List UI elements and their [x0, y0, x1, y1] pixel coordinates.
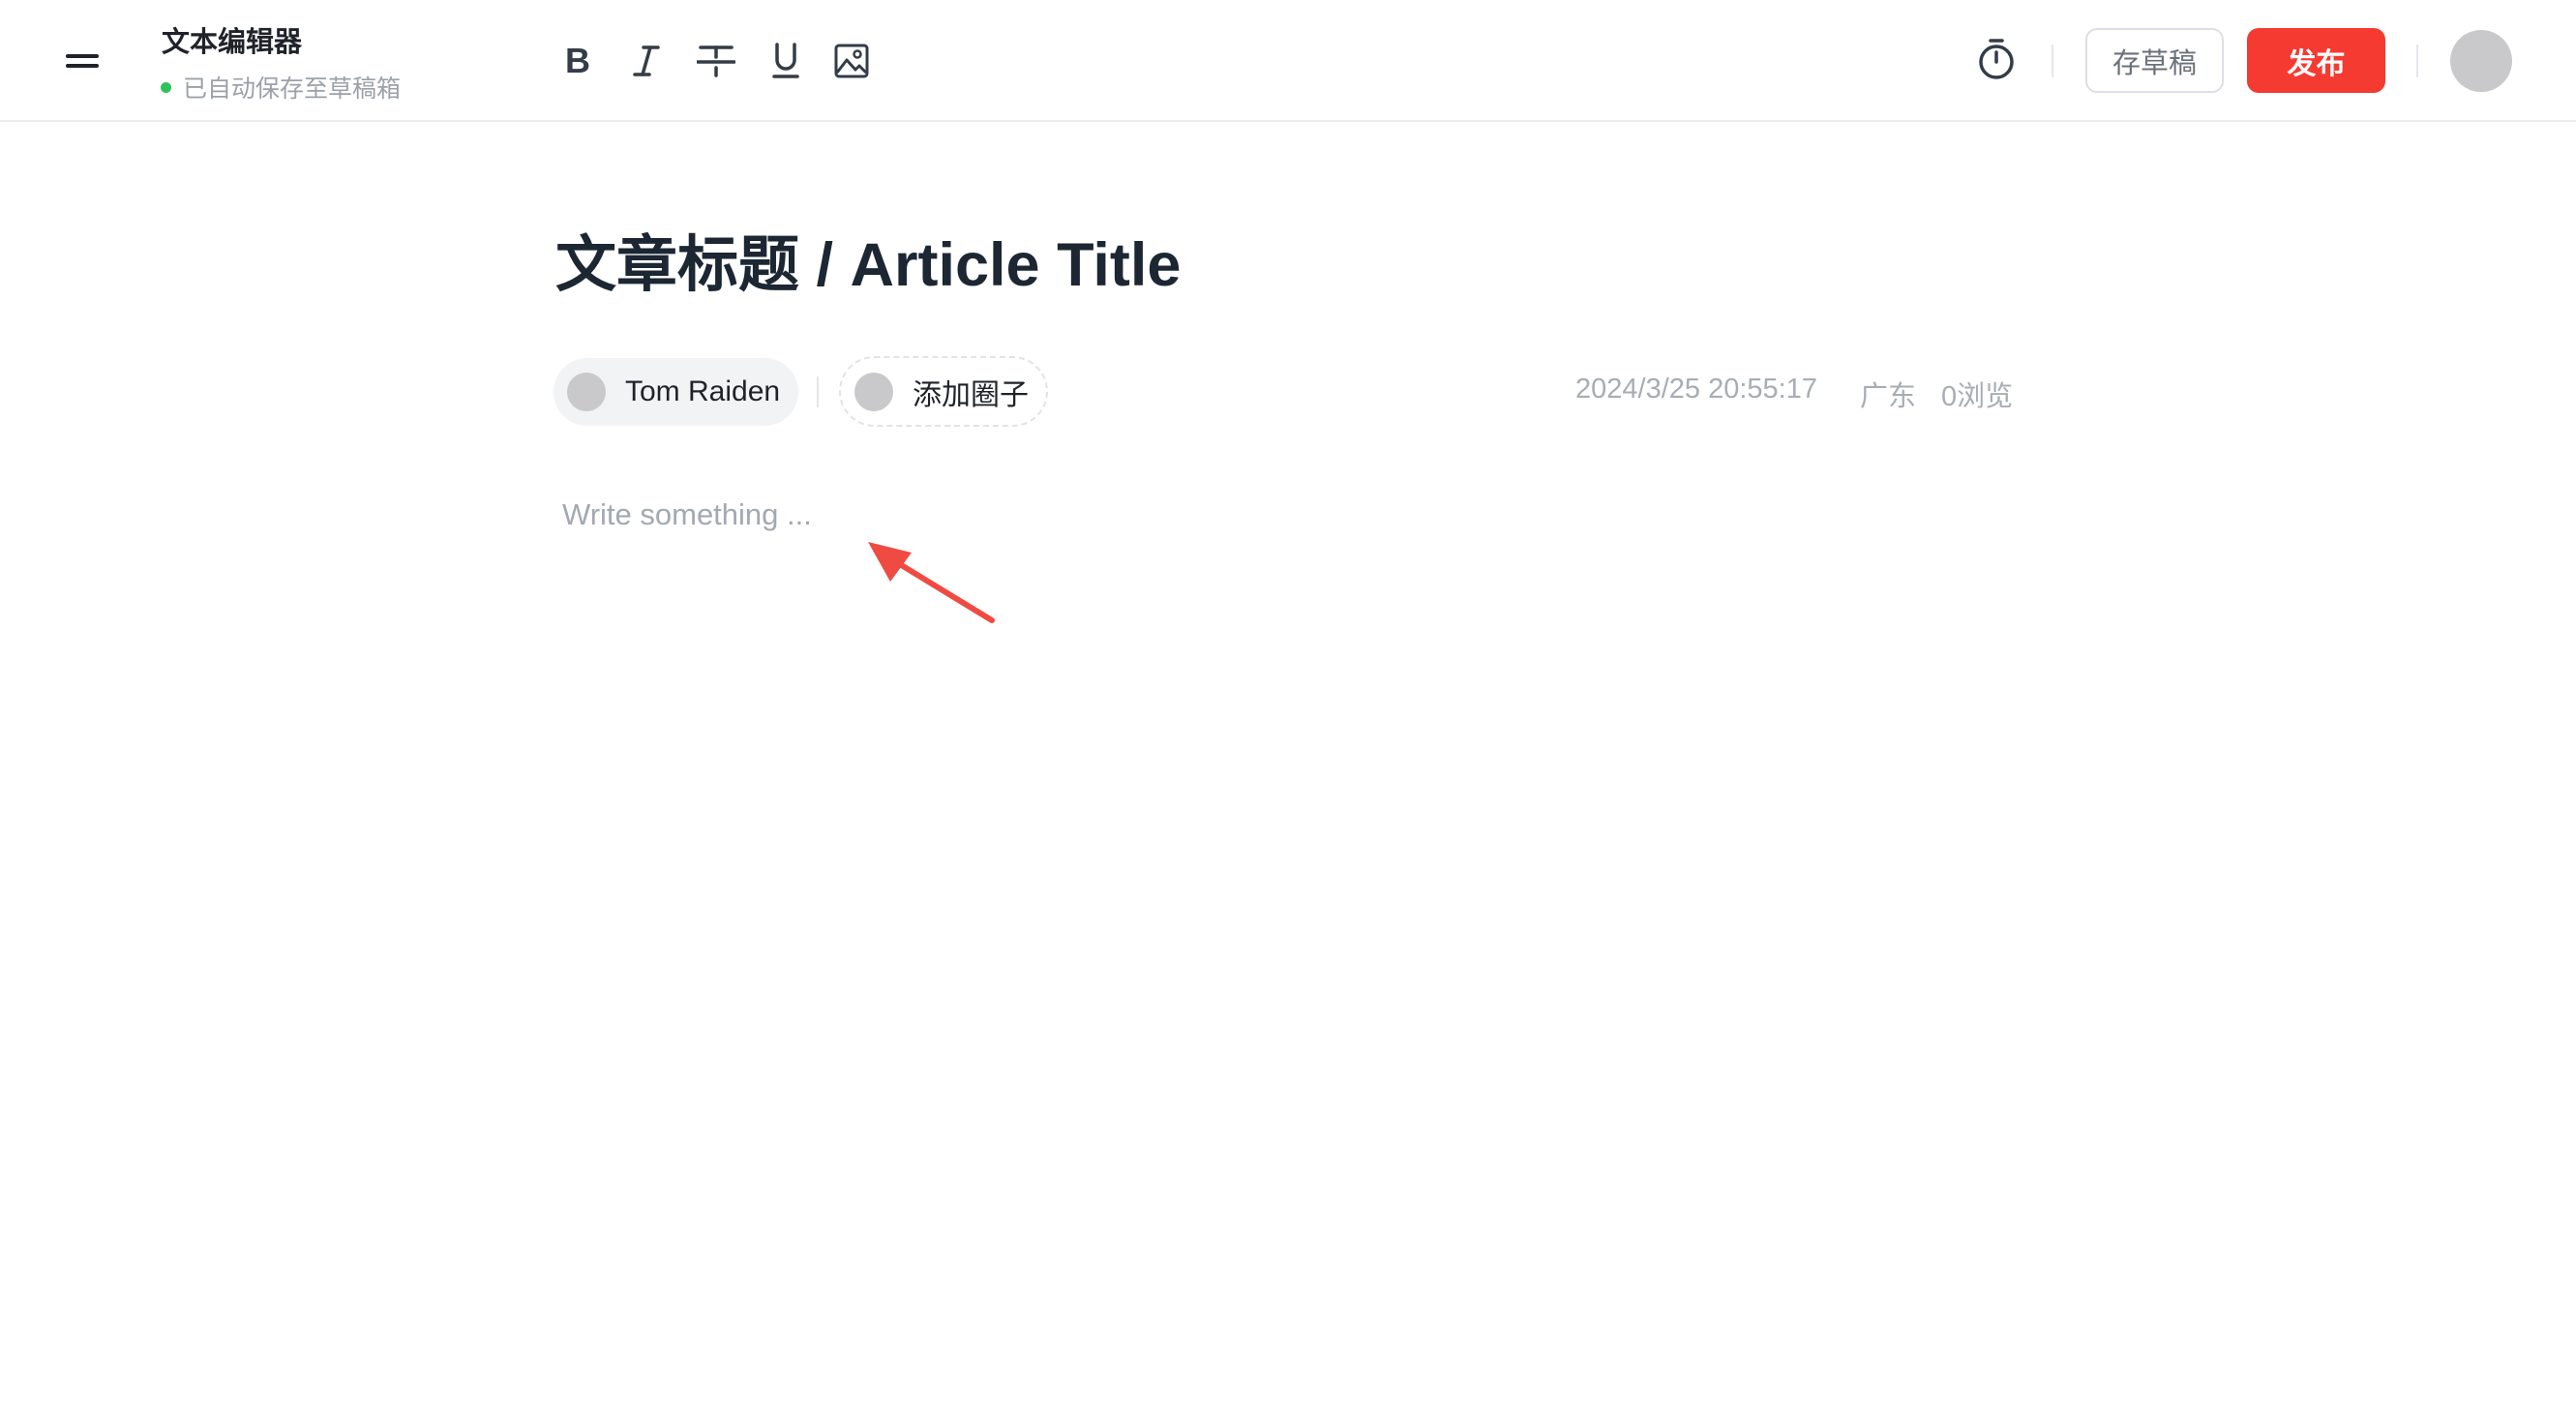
circle-avatar — [854, 372, 893, 411]
user-avatar[interactable] — [2450, 30, 2512, 92]
strikethrough-button[interactable] — [697, 39, 735, 83]
divider — [2052, 45, 2053, 77]
bold-button[interactable]: B — [557, 39, 596, 83]
status-dot-icon — [161, 81, 171, 93]
app-title: 文本编辑器 — [162, 27, 303, 58]
strikethrough-icon — [697, 45, 735, 77]
underline-icon — [772, 43, 799, 78]
annotation-arrow-icon — [868, 542, 995, 623]
divider — [817, 376, 819, 407]
author-chip[interactable]: Tom Raiden — [554, 358, 798, 426]
publish-datetime: 2024/3/25 20:55:17 — [1575, 374, 1817, 405]
timer-button[interactable] — [1977, 37, 2016, 81]
add-circle-label: 添加圈子 — [913, 378, 1029, 411]
top-bar: 文本编辑器 已自动保存至草稿箱 B 存草稿 发布 — [0, 0, 2576, 122]
article-title[interactable]: 文章标题 / Article Title — [555, 230, 1181, 300]
save-draft-button[interactable]: 存草稿 — [2085, 28, 2224, 93]
timer-icon — [1979, 39, 2014, 79]
location: 广东 — [1860, 381, 1917, 412]
author-avatar — [567, 373, 606, 411]
view-count: 0浏览 — [1941, 381, 2014, 412]
save-status: 已自动保存至草稿箱 — [161, 70, 401, 105]
italic-button[interactable] — [627, 39, 666, 83]
menu-icon[interactable] — [66, 54, 99, 68]
italic-icon — [633, 45, 660, 76]
add-circle-button[interactable]: 添加圈子 — [839, 356, 1048, 427]
svg-text:B: B — [565, 45, 590, 77]
editor-input[interactable]: Write something ... — [562, 497, 812, 532]
insert-image-button[interactable] — [832, 39, 871, 83]
divider — [2416, 45, 2418, 77]
underline-button[interactable] — [766, 39, 805, 83]
bold-icon: B — [565, 45, 590, 77]
image-icon — [834, 44, 869, 78]
author-name: Tom Raiden — [625, 375, 781, 407]
publish-button[interactable]: 发布 — [2247, 28, 2385, 93]
save-status-text: 已自动保存至草稿箱 — [183, 75, 402, 103]
